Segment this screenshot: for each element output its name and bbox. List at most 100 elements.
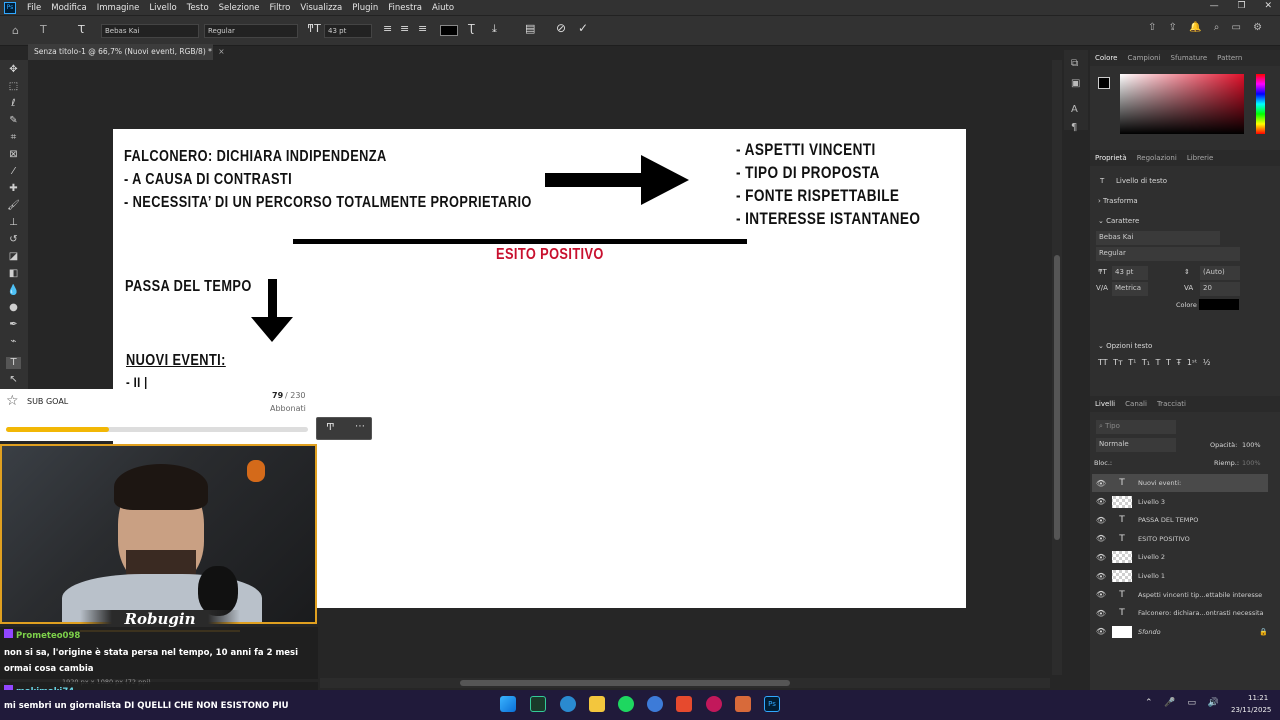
tab-regolazioni[interactable]: Regolazioni	[1132, 154, 1182, 162]
menu-modifica[interactable]: Modifica	[46, 3, 92, 13]
tab-livelli[interactable]: Livelli	[1090, 400, 1120, 408]
stamp-tool-icon[interactable]: ⊥	[6, 217, 21, 229]
visibility-eye-icon[interactable]: 👁	[1092, 627, 1110, 636]
comments-icon[interactable]: ▣	[1071, 78, 1080, 89]
prop-color-swatch[interactable]	[1199, 299, 1239, 310]
text-tool-icon[interactable]: T	[40, 23, 47, 36]
blend-mode-select[interactable]: Normale	[1096, 438, 1176, 452]
menu-aiuto[interactable]: Aiuto	[427, 3, 459, 13]
layer-row[interactable]: 👁 T Falconero: dichiara...ontrasti necessi…	[1092, 604, 1268, 622]
menu-selezione[interactable]: Selezione	[214, 3, 265, 13]
app-icon-1[interactable]	[530, 696, 546, 712]
canvas-text-nuovi-eventi[interactable]: NUOVI EVENTI:	[126, 352, 226, 370]
visibility-eye-icon[interactable]: 👁	[1092, 497, 1110, 506]
tab-librerie[interactable]: Librerie	[1182, 154, 1218, 162]
menu-testo[interactable]: Testo	[182, 3, 214, 13]
tab-tracciati[interactable]: Tracciati	[1152, 400, 1191, 408]
healing-tool-icon[interactable]: ✚	[6, 183, 21, 195]
eyedropper-tool-icon[interactable]: ⁄	[6, 166, 21, 178]
crop-tool-icon[interactable]: ⌗	[6, 132, 21, 144]
layers-search[interactable]: ⌕ Tipo	[1096, 420, 1176, 434]
opacity-value[interactable]: 100%	[1242, 441, 1261, 449]
align-right-icon[interactable]: ≡	[418, 22, 427, 35]
visibility-eye-icon[interactable]: 👁	[1092, 534, 1110, 543]
layer-row[interactable]: 👁 T ESITO POSITIVO	[1092, 530, 1268, 548]
transform-section[interactable]: › Trasforma	[1098, 197, 1138, 205]
text-style-buttons[interactable]: TT Tт T¹ T₁ T T Ŧ 1ˢᵗ ½	[1098, 358, 1211, 367]
layer-row[interactable]: 👁 Sfondo 🔒	[1092, 623, 1268, 641]
tab-sfumature[interactable]: Sfumature	[1166, 54, 1213, 62]
character-section[interactable]: ⌄ Carattere	[1098, 217, 1139, 225]
layer-row[interactable]: 👁 T Nuovi eventi:	[1092, 474, 1268, 492]
prop-tracking-field[interactable]: 20	[1200, 282, 1240, 296]
quick-select-tool-icon[interactable]: ✎	[6, 115, 21, 127]
text-color-swatch[interactable]	[440, 25, 458, 36]
menu-visualizza[interactable]: Visualizza	[295, 3, 347, 13]
font-family-select[interactable]: Bebas Kai	[101, 24, 199, 38]
spotify-icon[interactable]	[618, 696, 634, 712]
history-icon[interactable]: ⧉	[1071, 58, 1078, 69]
app-icon-5[interactable]	[735, 696, 751, 712]
menu-finestra[interactable]: Finestra	[383, 3, 427, 13]
layer-row[interactable]: 👁 T Aspetti vincenti tip...ettabile intere…	[1092, 586, 1268, 604]
visibility-eye-icon[interactable]: 👁	[1092, 590, 1110, 599]
orientation-icon[interactable]: Ꚍ	[78, 23, 85, 36]
paragraph-icon[interactable]: ¶	[1071, 122, 1077, 133]
pen-tool-icon[interactable]: ✒	[6, 319, 21, 331]
prop-size-field[interactable]: 43 pt	[1112, 266, 1148, 280]
prop-style-select[interactable]: Regular	[1096, 247, 1240, 261]
commit-icon[interactable]: ✓	[578, 21, 588, 35]
font-style-select[interactable]: Regular	[204, 24, 298, 38]
history-brush-tool-icon[interactable]: ↺	[6, 234, 21, 246]
eraser-tool-icon[interactable]: ◪	[6, 251, 21, 263]
align-left-icon[interactable]: ≡	[383, 22, 392, 35]
font-size-select[interactable]: 43 pt	[324, 24, 372, 38]
layer-row[interactable]: 👁 Livello 3	[1092, 493, 1268, 511]
cancel-icon[interactable]: ⊘	[556, 21, 566, 35]
foreground-color-swatch[interactable]	[1098, 77, 1110, 89]
canvas-scrollbar-h[interactable]	[320, 678, 1050, 688]
marquee-tool-icon[interactable]: ⬚	[6, 81, 21, 93]
tab-colore[interactable]: Colore	[1090, 54, 1122, 62]
visibility-eye-icon[interactable]: 👁	[1092, 553, 1110, 562]
blur-tool-icon[interactable]: 💧	[6, 285, 21, 297]
character-panel-icon[interactable]: ▤	[525, 22, 535, 35]
visibility-eye-icon[interactable]: 👁	[1092, 479, 1110, 488]
character-icon[interactable]: A	[1071, 104, 1078, 115]
frame-tool-icon[interactable]: ⊠	[6, 149, 21, 161]
app-icon-3[interactable]	[676, 696, 692, 712]
menu-plugin[interactable]: Plugin	[347, 3, 383, 13]
tab-proprieta[interactable]: Proprietà	[1090, 154, 1132, 162]
explorer-icon[interactable]	[589, 696, 605, 712]
visibility-eye-icon[interactable]: 👁	[1092, 572, 1110, 581]
text-format-icon[interactable]: Ͳ	[326, 422, 335, 433]
app-icon-4[interactable]	[706, 696, 722, 712]
move-tool-icon[interactable]: ✥	[6, 64, 21, 76]
canvas-scrollbar-v[interactable]	[1052, 60, 1062, 675]
brush-tool-icon[interactable]: 🖌	[6, 200, 21, 212]
align-center-icon[interactable]: ≡	[400, 22, 409, 35]
visibility-eye-icon[interactable]: 👁	[1092, 516, 1110, 525]
pen-tool-2-icon[interactable]: ⌁	[6, 336, 21, 348]
tray-icons[interactable]: ⌃ 🎤 ▭ 🔊	[1145, 698, 1219, 708]
warp-text-icon[interactable]: Ʈ	[468, 22, 475, 35]
tab-campioni[interactable]: Campioni	[1122, 54, 1165, 62]
photoshop-logo-icon[interactable]: Ps	[4, 1, 16, 14]
menu-livello[interactable]: Livello	[144, 3, 181, 13]
tab-canali[interactable]: Canali	[1120, 400, 1152, 408]
gradient-tool-icon[interactable]: ◧	[6, 268, 21, 280]
canvas-text-bullet[interactable]: - II |	[126, 374, 148, 390]
hue-slider[interactable]	[1256, 74, 1265, 134]
photoshop-taskbar-icon[interactable]: Ps	[764, 696, 780, 712]
prop-font-select[interactable]: Bebas Kai	[1096, 231, 1220, 245]
3d-text-icon[interactable]: ⤓	[492, 22, 497, 36]
color-picker-field[interactable]	[1120, 74, 1244, 134]
path-select-tool-icon[interactable]: ↖	[6, 374, 21, 386]
dodge-tool-icon[interactable]: ●	[6, 302, 21, 314]
visibility-eye-icon[interactable]: 👁	[1092, 609, 1110, 618]
prop-kerning-field[interactable]: Metrica	[1112, 282, 1148, 296]
menu-file[interactable]: File	[22, 3, 46, 13]
more-options-icon[interactable]: ⋯	[355, 421, 365, 432]
layer-row[interactable]: 👁 Livello 1	[1092, 567, 1268, 585]
text-options-section[interactable]: ⌄ Opzioni testo	[1098, 342, 1152, 350]
